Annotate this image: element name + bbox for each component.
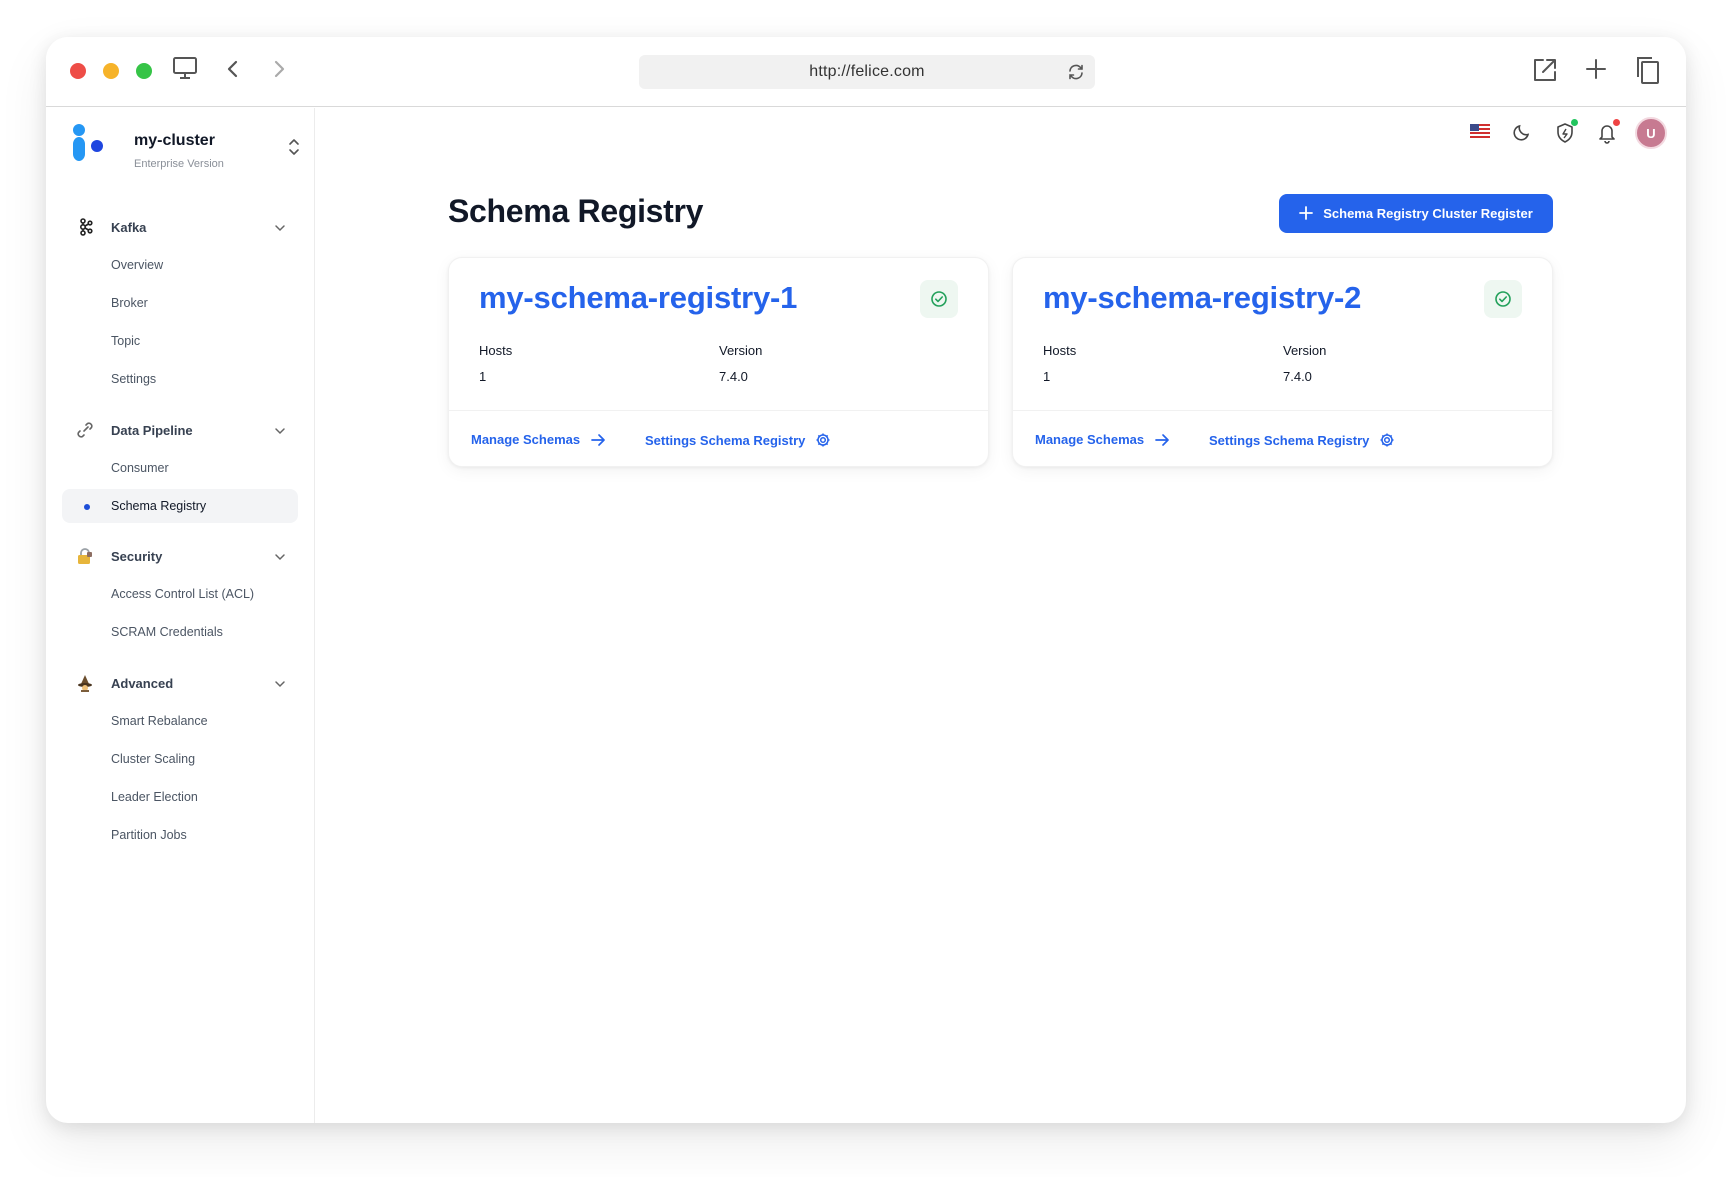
schema-registry-card: my-schema-registry-2 Hosts 1 Version 7.4… [1012, 257, 1553, 467]
hosts-value: 1 [479, 369, 487, 384]
sidebar-item-scram-credentials[interactable]: SCRAM Credentials [62, 615, 298, 649]
sidebar-item-schema-registry[interactable]: Schema Registry [62, 489, 298, 523]
manage-schemas-link[interactable]: Manage Schemas [1035, 432, 1170, 447]
nav-section-label: Advanced [111, 675, 174, 691]
sidebar-item-label: Consumer [111, 461, 169, 475]
us-flag-icon[interactable] [1470, 124, 1490, 138]
kafka-icon [76, 218, 94, 236]
chevron-down-icon[interactable] [274, 423, 286, 441]
version-value: 7.4.0 [719, 369, 748, 384]
chevron-up-down-icon[interactable] [288, 138, 300, 161]
sidebar-item-broker[interactable]: Broker [62, 286, 298, 320]
sidebar-item-acl[interactable]: Access Control List (ACL) [62, 577, 298, 611]
hosts-label: Hosts [1043, 343, 1077, 358]
sidebar-item-label: Partition Jobs [111, 828, 187, 842]
sidebar-item-partition-jobs[interactable]: Partition Jobs [62, 818, 298, 852]
settings-schema-registry-link[interactable]: Settings Schema Registry [1209, 432, 1395, 448]
manage-schemas-label: Manage Schemas [1035, 432, 1145, 447]
sidebar-item-consumer[interactable]: Consumer [62, 451, 298, 485]
sidebar-item-label: Topic [111, 334, 141, 348]
settings-link-label: Settings Schema Registry [645, 432, 806, 448]
card-divider [1013, 410, 1552, 411]
wizard-icon [76, 674, 94, 692]
shield-status-dot [1571, 119, 1578, 126]
sidebar-item-overview[interactable]: Overview [62, 248, 298, 282]
monitor-icon[interactable] [172, 56, 198, 80]
check-circle-icon [931, 291, 947, 307]
arrow-right-icon [591, 433, 605, 446]
url-bar[interactable]: http://felice.com [639, 55, 1095, 89]
new-tab-icon[interactable] [1584, 57, 1608, 81]
version-label: Version [1283, 343, 1327, 358]
sidebar-item-label: Access Control List (ACL) [111, 587, 255, 601]
version-label: Version [719, 343, 763, 358]
sidebar-item-settings[interactable]: Settings [62, 362, 298, 396]
forward-icon[interactable] [272, 59, 286, 79]
registry-name[interactable]: my-schema-registry-2 [1043, 280, 1361, 316]
cluster-name: my-cluster [134, 132, 215, 149]
link-icon [76, 421, 94, 439]
hosts-label: Hosts [479, 343, 513, 358]
arrow-right-icon [1155, 433, 1169, 446]
back-icon[interactable] [226, 59, 240, 79]
maximize-window-button[interactable] [136, 63, 152, 79]
gear-icon [816, 433, 830, 447]
moon-icon[interactable] [1512, 122, 1532, 142]
sidebar-item-label: SCRAM Credentials [111, 625, 223, 639]
chevron-down-icon[interactable] [274, 549, 286, 567]
sidebar-item-topic[interactable]: Topic [62, 324, 298, 358]
nav-section-label: Security [111, 548, 163, 564]
nav-section-security[interactable]: Security [62, 539, 298, 573]
sidebar-item-label: Settings [111, 372, 157, 386]
manage-schemas-link[interactable]: Manage Schemas [471, 432, 606, 447]
check-circle-icon [1495, 291, 1511, 307]
nav-section-kafka[interactable]: Kafka [62, 210, 298, 244]
active-indicator [84, 504, 90, 510]
plus-icon [1299, 204, 1314, 224]
cluster-switcher[interactable]: my-cluster Enterprise Version [70, 124, 300, 174]
status-badge [1484, 280, 1522, 318]
status-badge [920, 280, 958, 318]
register-cluster-button[interactable]: Schema Registry Cluster Register [1279, 194, 1553, 233]
manage-schemas-label: Manage Schemas [471, 432, 581, 447]
nav-section-data-pipeline[interactable]: Data Pipeline [62, 413, 298, 447]
sidebar-item-smart-rebalance[interactable]: Smart Rebalance [62, 704, 298, 738]
sidebar-item-label: Broker [111, 296, 148, 310]
sidebar-item-label: Overview [111, 258, 164, 272]
page-title: Schema Registry [448, 193, 704, 229]
settings-schema-registry-link[interactable]: Settings Schema Registry [645, 432, 831, 448]
card-divider [449, 410, 988, 411]
sidebar-item-label: Smart Rebalance [111, 714, 208, 728]
reload-icon[interactable] [1067, 63, 1085, 86]
url-text: http://felice.com [809, 63, 925, 80]
nav-section-label: Data Pipeline [111, 422, 193, 438]
minimize-window-button[interactable] [103, 63, 119, 79]
sidebar-item-label: Leader Election [111, 790, 198, 804]
copy-tabs-icon[interactable] [1634, 55, 1660, 85]
browser-toolbar: http://felice.com [46, 37, 1686, 107]
chevron-down-icon[interactable] [274, 676, 286, 694]
hosts-value: 1 [1043, 369, 1051, 384]
avatar[interactable]: U [1635, 117, 1667, 149]
chevron-down-icon[interactable] [274, 220, 286, 238]
close-window-button[interactable] [70, 63, 86, 79]
lock-icon [76, 547, 94, 565]
nav-section-label: Kafka [111, 219, 147, 235]
register-button-label: Schema Registry Cluster Register [1323, 206, 1533, 221]
schema-registry-card: my-schema-registry-1 Hosts 1 Version 7.4… [448, 257, 989, 467]
notification-dot [1613, 119, 1620, 126]
sidebar-item-leader-election[interactable]: Leader Election [62, 780, 298, 814]
sidebar: my-cluster Enterprise Version Kafka Over… [46, 108, 315, 1123]
settings-link-label: Settings Schema Registry [1209, 432, 1370, 448]
sidebar-item-cluster-scaling[interactable]: Cluster Scaling [62, 742, 298, 776]
version-value: 7.4.0 [1283, 369, 1312, 384]
registry-name[interactable]: my-schema-registry-1 [479, 280, 797, 316]
nav-section-advanced[interactable]: Advanced [62, 666, 298, 700]
sidebar-item-label: Schema Registry [111, 499, 207, 513]
gear-icon [1380, 433, 1394, 447]
cluster-logo-icon [70, 124, 110, 171]
open-external-icon[interactable] [1532, 57, 1558, 83]
cluster-edition: Enterprise Version [134, 158, 224, 170]
sidebar-item-label: Cluster Scaling [111, 752, 196, 766]
